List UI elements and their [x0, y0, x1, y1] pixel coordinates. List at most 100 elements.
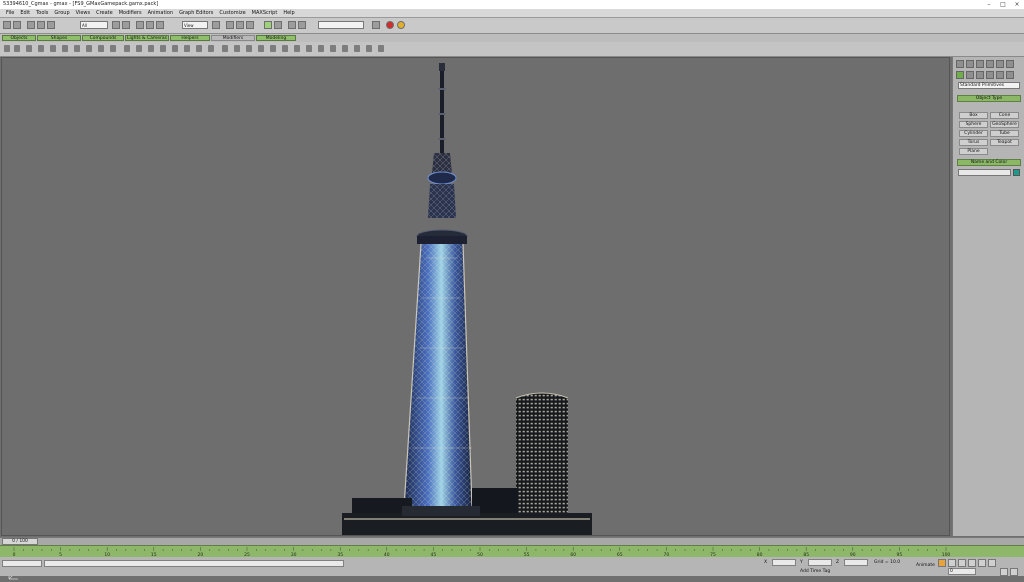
cameras-icon[interactable] — [986, 71, 994, 79]
ref-coord-dropdown[interactable]: View — [182, 21, 208, 29]
edit-mesh-icon[interactable] — [208, 45, 214, 52]
tab-modifiers[interactable]: Modifiers — [211, 35, 255, 41]
add-time-tag-button[interactable]: Add Time Tag — [800, 569, 830, 574]
cone-icon[interactable] — [62, 45, 68, 52]
edit-poly-icon[interactable] — [222, 45, 228, 52]
geosphere-button[interactable]: GeoSphere — [990, 121, 1019, 128]
x-coordinate-field[interactable] — [772, 559, 796, 566]
cylinder-button[interactable]: Cylinder — [959, 130, 988, 137]
cone-button[interactable]: Cone — [990, 112, 1019, 119]
motion-tab-icon[interactable] — [986, 60, 994, 68]
next-frame-icon[interactable] — [978, 559, 986, 567]
menu-maxscript[interactable]: MAXScript — [252, 10, 278, 16]
unlink-icon[interactable] — [37, 21, 45, 29]
previous-frame-icon[interactable] — [958, 559, 966, 567]
taper-icon[interactable] — [136, 45, 142, 52]
teapot-icon[interactable] — [50, 45, 56, 52]
menu-views[interactable]: Views — [76, 10, 90, 16]
hierarchy-tab-icon[interactable] — [976, 60, 984, 68]
teapot-button[interactable]: Teapot — [990, 139, 1019, 146]
bind-icon[interactable] — [47, 21, 55, 29]
menu-create[interactable]: Create — [96, 10, 113, 16]
record-icon[interactable] — [386, 21, 394, 29]
rotate-icon[interactable] — [146, 21, 154, 29]
object-name-field[interactable] — [958, 169, 1011, 176]
select-by-name-icon[interactable] — [122, 21, 130, 29]
play-icon[interactable] — [968, 559, 976, 567]
render-icon[interactable] — [298, 21, 306, 29]
mirror-icon[interactable] — [264, 21, 272, 29]
plane-button[interactable]: Plane — [959, 148, 988, 155]
lights-icon[interactable] — [976, 71, 984, 79]
time-configuration-icon[interactable] — [1000, 568, 1008, 576]
angle-snap-icon[interactable] — [236, 21, 244, 29]
animate-button[interactable]: Animate — [916, 563, 935, 568]
maximize-button[interactable]: □ — [996, 0, 1010, 9]
go-to-end-icon[interactable] — [988, 559, 996, 567]
tab-helpers[interactable]: Helpers — [170, 35, 210, 41]
perspective-viewport[interactable] — [1, 57, 950, 580]
time-slider[interactable]: 0 / 100 — [0, 537, 1024, 545]
named-selection-dropdown[interactable] — [318, 21, 364, 29]
optimize-icon[interactable] — [282, 45, 288, 52]
geometry-icon[interactable] — [956, 71, 964, 79]
extrude-icon[interactable] — [234, 45, 240, 52]
bevel-icon[interactable] — [258, 45, 264, 52]
cap-holes-icon[interactable] — [342, 45, 348, 52]
torus-button[interactable]: Torus — [959, 139, 988, 146]
selection-filter-dropdown[interactable]: All — [80, 21, 108, 29]
lathe-icon[interactable] — [246, 45, 252, 52]
category-dropdown[interactable]: Standard Primitives — [958, 82, 1020, 89]
menu-animation[interactable]: Animation — [148, 10, 174, 16]
ffd-icon[interactable] — [184, 45, 190, 52]
sphere-button[interactable]: Sphere — [959, 121, 988, 128]
menu-file[interactable]: File — [6, 10, 14, 16]
slice-icon[interactable] — [330, 45, 336, 52]
display-tab-icon[interactable] — [996, 60, 1004, 68]
vol-select-icon[interactable] — [378, 45, 384, 52]
time-slider-thumb[interactable]: 0 / 100 — [2, 538, 38, 545]
go-to-start-icon[interactable] — [948, 559, 956, 567]
snap-icon[interactable] — [226, 21, 234, 29]
space-warps-icon[interactable] — [1006, 71, 1014, 79]
bend-icon[interactable] — [124, 45, 130, 52]
create-tab-icon[interactable] — [956, 60, 964, 68]
twist-icon[interactable] — [148, 45, 154, 52]
name-color-rollout[interactable]: Name and Color — [957, 159, 1021, 166]
object-color-swatch[interactable] — [1013, 169, 1020, 176]
modify-tab-icon[interactable] — [966, 60, 974, 68]
utilities-tab-icon[interactable] — [1006, 60, 1014, 68]
quick-render-icon[interactable] — [372, 21, 380, 29]
select-icon[interactable] — [112, 21, 120, 29]
tube-button[interactable]: Tube — [990, 130, 1019, 137]
link-icon[interactable] — [27, 21, 35, 29]
box-button[interactable]: Box — [959, 112, 988, 119]
menu-modifiers[interactable]: Modifiers — [119, 10, 142, 16]
xform-icon[interactable] — [306, 45, 312, 52]
percent-snap-icon[interactable] — [246, 21, 254, 29]
tube-icon[interactable] — [86, 45, 92, 52]
menu-edit[interactable]: Edit — [20, 10, 30, 16]
zoom-extents-icon[interactable] — [1010, 568, 1018, 576]
box-icon[interactable] — [4, 45, 10, 52]
move-icon[interactable] — [136, 21, 144, 29]
material-editor-icon[interactable] — [288, 21, 296, 29]
y-coordinate-field[interactable] — [808, 559, 832, 566]
tab-shapes[interactable]: Shapes — [37, 35, 81, 41]
pivot-icon[interactable] — [212, 21, 220, 29]
sphere-icon[interactable] — [14, 45, 20, 52]
align-icon[interactable] — [274, 21, 282, 29]
minimize-button[interactable]: – — [982, 0, 996, 9]
helpers-icon[interactable] — [996, 71, 1004, 79]
symmetry-icon[interactable] — [354, 45, 360, 52]
close-button[interactable]: × — [1010, 0, 1024, 9]
cylinder-icon[interactable] — [26, 45, 32, 52]
menu-help[interactable]: Help — [283, 10, 294, 16]
menu-customize[interactable]: Customize — [219, 10, 245, 16]
menu-group[interactable]: Group — [54, 10, 69, 16]
z-coordinate-field[interactable] — [844, 559, 868, 566]
smooth-icon[interactable] — [270, 45, 276, 52]
tab-lights-cameras[interactable]: Lights & Cameras — [125, 35, 169, 41]
menu-graph-editors[interactable]: Graph Editors — [179, 10, 213, 16]
normal-icon[interactable] — [294, 45, 300, 52]
